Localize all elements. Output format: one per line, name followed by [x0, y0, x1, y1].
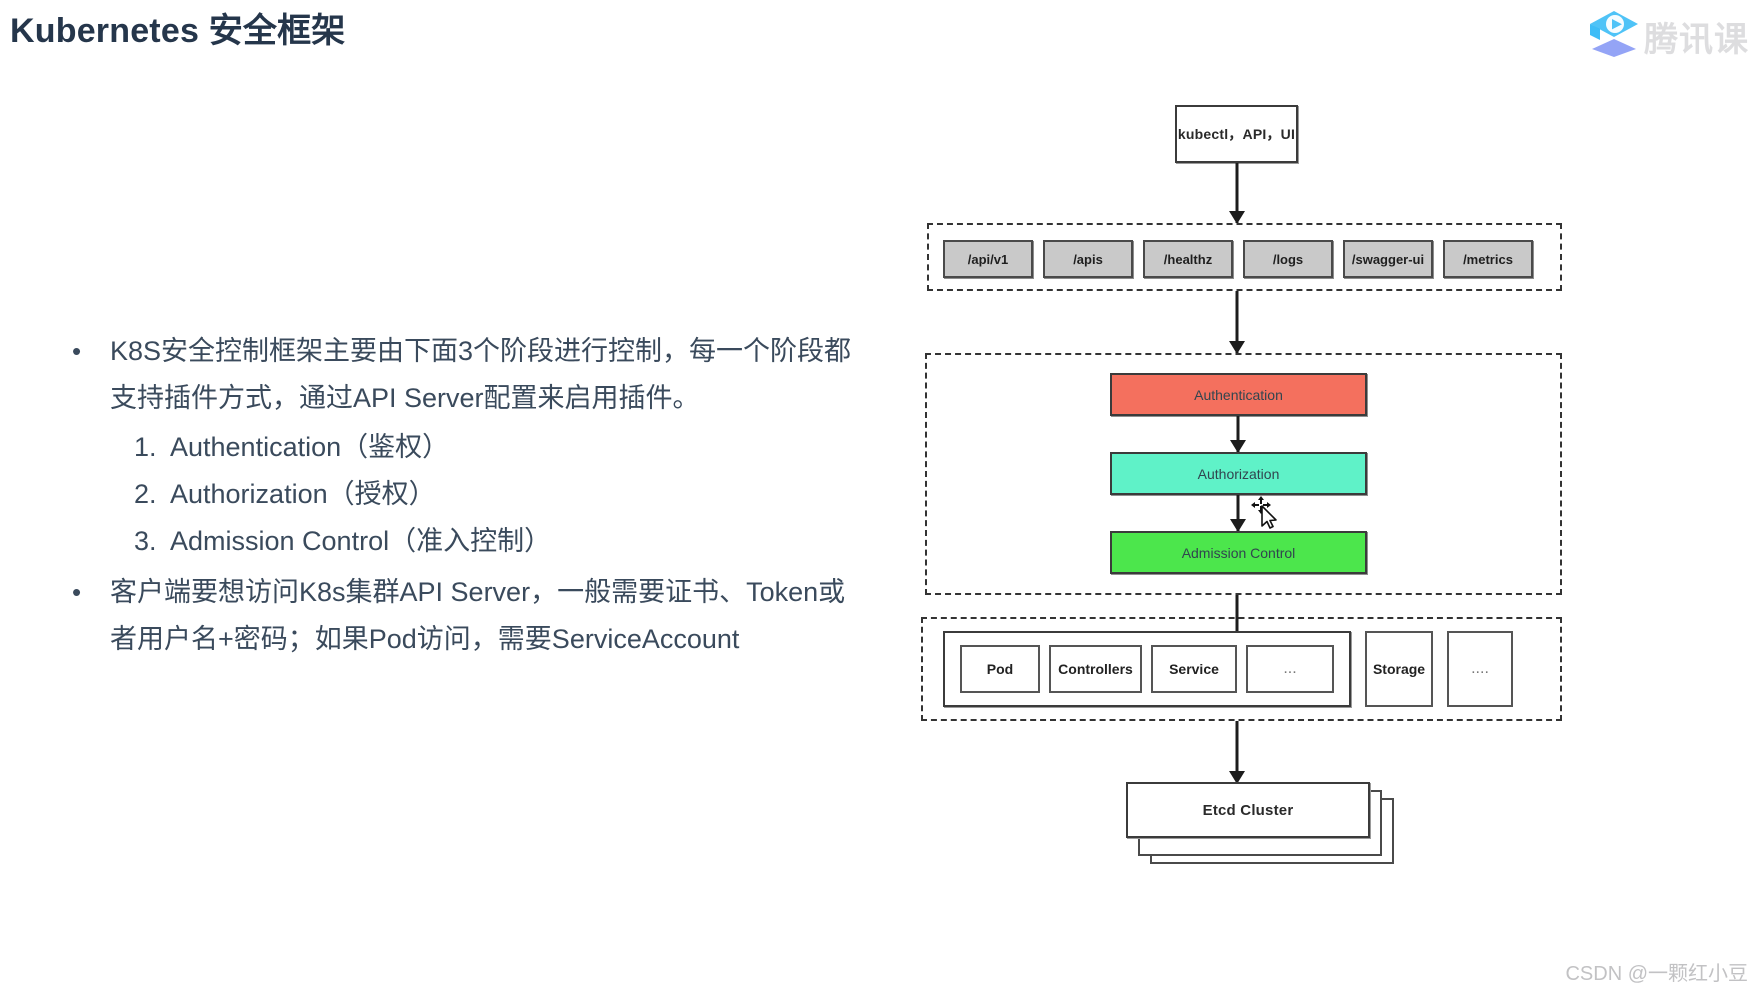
body-content: • K8S安全控制框架主要由下面3个阶段进行控制，每一个阶段都 支持插件方式，通…: [72, 328, 902, 663]
list-label: Authentication（鉴权）: [170, 432, 450, 462]
stage-admission-control[interactable]: Admission Control: [1110, 531, 1367, 574]
stage-authorization[interactable]: Authorization: [1110, 452, 1367, 495]
tencent-classroom-logo: 腾讯课: [1582, 4, 1762, 62]
list-item: 1. Authentication（鉴权）: [134, 424, 902, 471]
resource-box-pod: Pod: [960, 645, 1040, 693]
list-number: 1.: [134, 432, 157, 462]
list-number: 3.: [134, 526, 157, 556]
bullet-marker: •: [72, 577, 82, 607]
bullet-1-line-1: K8S安全控制框架主要由下面3个阶段进行控制，每一个阶段都: [110, 336, 852, 366]
client-entry-box: kubectl，API，UI: [1175, 105, 1298, 163]
arrow-authn-to-authz: [1229, 416, 1247, 453]
api-path-box-4: /swagger-ui: [1343, 240, 1433, 278]
arrow-apipaths-to-stages: [1228, 291, 1246, 354]
bullet-2-line-2: 者用户名+密码；如果Pod访问，需要ServiceAccount: [110, 624, 740, 654]
api-path-box-0: /api/v1: [943, 240, 1033, 278]
graduation-cap-play-icon: [1590, 11, 1638, 57]
list-item: 2. Authorization（授权）: [134, 471, 902, 518]
api-path-box-1: /apis: [1043, 240, 1133, 278]
resource-box-ellipsis: ...: [1246, 645, 1334, 693]
arrow-client-to-apipaths: [1228, 163, 1246, 224]
list-label: Authorization（授权）: [170, 479, 436, 509]
slide-canvas: Kubernetes 安全框架 腾讯课 • K8S安全控制框架主要由下面3个阶段…: [0, 0, 1762, 996]
logo-wordmark: 腾讯课: [1644, 21, 1749, 59]
bullet-marker: •: [72, 336, 82, 366]
stage-authentication[interactable]: Authentication: [1110, 373, 1367, 416]
numbered-list: 1. Authentication（鉴权） 2. Authorization（授…: [134, 424, 902, 565]
list-item: 3. Admission Control（准入控制）: [134, 518, 902, 565]
list-label: Admission Control（准入控制）: [170, 526, 552, 556]
api-path-box-3: /logs: [1243, 240, 1333, 278]
bullet-2-line-1: 客户端要想访问K8s集群API Server，一般需要证书、Token或: [110, 577, 846, 607]
resource-box-storage: Storage: [1365, 631, 1433, 707]
arrow-authz-to-admission: [1229, 495, 1247, 532]
resource-box-controllers: Controllers: [1049, 645, 1142, 693]
move-cursor: [1251, 496, 1277, 529]
bullet-item-2: • 客户端要想访问K8s集群API Server，一般需要证书、Token或 者…: [72, 569, 902, 663]
resource-box-ellipsis-2: ....: [1447, 631, 1513, 707]
bullet-item-1: • K8S安全控制框架主要由下面3个阶段进行控制，每一个阶段都 支持插件方式，通…: [72, 328, 902, 422]
k8s-security-flow-diagram: kubectl，API，UI /api/v1 /apis /healthz /l…: [921, 90, 1762, 970]
etcd-cluster-box: Etcd Cluster: [1126, 782, 1370, 838]
api-path-box-2: /healthz: [1143, 240, 1233, 278]
api-path-box-5: /metrics: [1443, 240, 1533, 278]
list-number: 2.: [134, 479, 157, 509]
csdn-watermark: CSDN @一颗红小豆: [1565, 963, 1748, 985]
resource-box-service: Service: [1151, 645, 1237, 693]
arrow-resources-to-etcd: [1228, 721, 1246, 784]
page-title: Kubernetes 安全框架: [10, 12, 346, 50]
bullet-1-line-2: 支持插件方式，通过API Server配置来启用插件。: [110, 383, 700, 413]
